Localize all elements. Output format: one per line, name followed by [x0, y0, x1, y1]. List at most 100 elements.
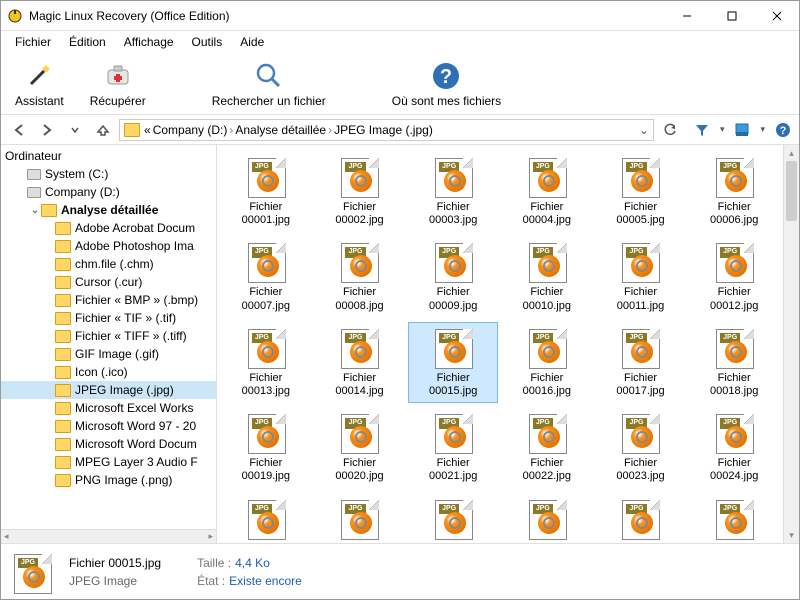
minimize-button[interactable] [664, 1, 709, 31]
back-button[interactable] [7, 118, 31, 142]
up-button[interactable] [91, 118, 115, 142]
search-file-button[interactable]: Rechercher un fichier [212, 60, 326, 108]
close-button[interactable] [754, 1, 799, 31]
tree-item[interactable]: chm.file (.chm) [1, 255, 216, 273]
tree-root-label[interactable]: Ordinateur [1, 147, 216, 165]
file-label: 00002.jpg [335, 214, 383, 227]
file-item[interactable]: JPGFichier00020.jpg [315, 407, 405, 488]
file-item[interactable]: JPGFichier00017.jpg [596, 322, 686, 403]
file-label: 00014.jpg [335, 385, 383, 398]
file-item[interactable]: JPGFichier00002.jpg [315, 151, 405, 232]
tree-item[interactable]: Cursor (.cur) [1, 273, 216, 291]
tree-item[interactable]: GIF Image (.gif) [1, 345, 216, 363]
file-item[interactable]: JPGFichier00013.jpg [221, 322, 311, 403]
filter-icon[interactable] [692, 120, 712, 140]
vertical-scrollbar[interactable]: ▴ ▾ [783, 145, 799, 543]
menu-outils[interactable]: Outils [184, 33, 231, 51]
view-mode-icon[interactable] [732, 120, 752, 140]
file-item[interactable]: JPGFichier00005.jpg [596, 151, 686, 232]
breadcrumb-part[interactable]: Analyse détaillée [235, 123, 326, 137]
recover-button[interactable]: Récupérer [90, 60, 146, 108]
menu-édition[interactable]: Édition [61, 33, 114, 51]
file-item[interactable]: JPGFichier00003.jpg [408, 151, 498, 232]
file-item[interactable]: JPGFichier00009.jpg [408, 236, 498, 317]
file-item[interactable]: JPGFichier00001.jpg [221, 151, 311, 232]
file-thumbnail: JPG [526, 327, 568, 369]
menu-aide[interactable]: Aide [232, 33, 272, 51]
folder-icon [55, 348, 71, 361]
file-label: 00018.jpg [710, 385, 758, 398]
file-item[interactable]: JPGFichier00022.jpg [502, 407, 592, 488]
file-item[interactable]: JPGFichier00028.jpg [502, 493, 592, 544]
horizontal-scrollbar[interactable]: ◂▸ [1, 529, 216, 543]
tree-item[interactable]: Microsoft Excel Works [1, 399, 216, 417]
tree-item[interactable]: Adobe Acrobat Docum [1, 219, 216, 237]
file-item[interactable]: JPGFichier00004.jpg [502, 151, 592, 232]
menu-affichage[interactable]: Affichage [116, 33, 182, 51]
menu-fichier[interactable]: Fichier [7, 33, 59, 51]
file-item[interactable]: JPGFichier00012.jpg [689, 236, 779, 317]
tree-item[interactable]: Adobe Photoshop Ima [1, 237, 216, 255]
folder-icon [55, 384, 71, 397]
file-item[interactable]: JPGFichier00021.jpg [408, 407, 498, 488]
file-item[interactable]: JPGFichier00015.jpg [408, 322, 498, 403]
file-label: 00012.jpg [710, 300, 758, 313]
file-item[interactable]: JPGFichier00023.jpg [596, 407, 686, 488]
question-icon: ? [430, 60, 462, 92]
file-item[interactable]: JPGFichier00018.jpg [689, 322, 779, 403]
expand-icon[interactable]: ⌄ [29, 205, 41, 216]
tree-item-label: Analyse détaillée [61, 203, 158, 217]
file-item[interactable]: JPGFichier00008.jpg [315, 236, 405, 317]
status-filename: Fichier 00015.jpg [69, 556, 161, 570]
folder-icon [124, 123, 140, 137]
refresh-button[interactable] [658, 118, 682, 142]
file-item[interactable]: JPGFichier00014.jpg [315, 322, 405, 403]
file-item[interactable]: JPGFichier00016.jpg [502, 322, 592, 403]
tree-item[interactable]: Icon (.ico) [1, 363, 216, 381]
tree-item[interactable]: ⌄ Analyse détaillée [1, 201, 216, 219]
tree-item[interactable]: Microsoft Word Docum [1, 435, 216, 453]
forward-button[interactable] [35, 118, 59, 142]
file-item[interactable]: JPGFichier00010.jpg [502, 236, 592, 317]
file-item[interactable]: JPGFichier00025.jpg [221, 493, 311, 544]
dropdown-icon[interactable]: ▾ [720, 124, 725, 135]
dropdown-icon[interactable]: ▾ [760, 124, 765, 135]
file-thumbnail: JPG [432, 156, 474, 198]
tree-item[interactable]: System (C:) [1, 165, 216, 183]
tree-item[interactable]: Fichier « BMP » (.bmp) [1, 291, 216, 309]
file-label: 00017.jpg [616, 385, 664, 398]
file-thumbnail: JPG [526, 241, 568, 283]
svg-text:?: ? [440, 66, 452, 88]
tree-item[interactable]: Fichier « TIF » (.tif) [1, 309, 216, 327]
folder-icon [41, 204, 57, 217]
file-item[interactable]: JPGFichier00024.jpg [689, 407, 779, 488]
file-item[interactable]: JPGFichier00007.jpg [221, 236, 311, 317]
chevron-down-icon[interactable]: ⌄ [639, 123, 649, 137]
maximize-button[interactable] [709, 1, 754, 31]
file-item[interactable]: JPGFichier00027.jpg [408, 493, 498, 544]
file-item[interactable]: JPGFichier00029.jpg [596, 493, 686, 544]
menu-bar: FichierÉditionAffichageOutilsAide [1, 31, 799, 53]
breadcrumb-part[interactable]: JPEG Image (.jpg) [334, 123, 433, 137]
tree-item[interactable]: Company (D:) [1, 183, 216, 201]
file-thumbnail: JPG [245, 241, 287, 283]
file-item[interactable]: JPGFichier00011.jpg [596, 236, 686, 317]
file-item[interactable]: JPGFichier00006.jpg [689, 151, 779, 232]
file-item[interactable]: JPGFichier00019.jpg [221, 407, 311, 488]
assistant-button[interactable]: Assistant [15, 60, 64, 108]
tree-item[interactable]: Microsoft Word 97 - 20 [1, 417, 216, 435]
file-item[interactable]: JPGFichier00026.jpg [315, 493, 405, 544]
tree-item[interactable]: MPEG Layer 3 Audio F [1, 453, 216, 471]
tree-item[interactable]: PNG Image (.png) [1, 471, 216, 489]
folder-icon [55, 420, 71, 433]
history-dropdown[interactable] [63, 118, 87, 142]
file-item[interactable]: JPGFichier00030.jpg [689, 493, 779, 544]
breadcrumb-part[interactable]: Company (D:) [153, 123, 228, 137]
tree-item[interactable]: Fichier « TIFF » (.tiff) [1, 327, 216, 345]
help-icon[interactable]: ? [773, 120, 793, 140]
breadcrumb-part[interactable]: « [144, 123, 151, 137]
where-files-label: Où sont mes fichiers [392, 94, 501, 108]
tree-item[interactable]: JPEG Image (.jpg) [1, 381, 216, 399]
breadcrumb[interactable]: « Company (D:) › Analyse détaillée › JPE… [119, 119, 654, 141]
where-files-button[interactable]: ? Où sont mes fichiers [392, 60, 501, 108]
